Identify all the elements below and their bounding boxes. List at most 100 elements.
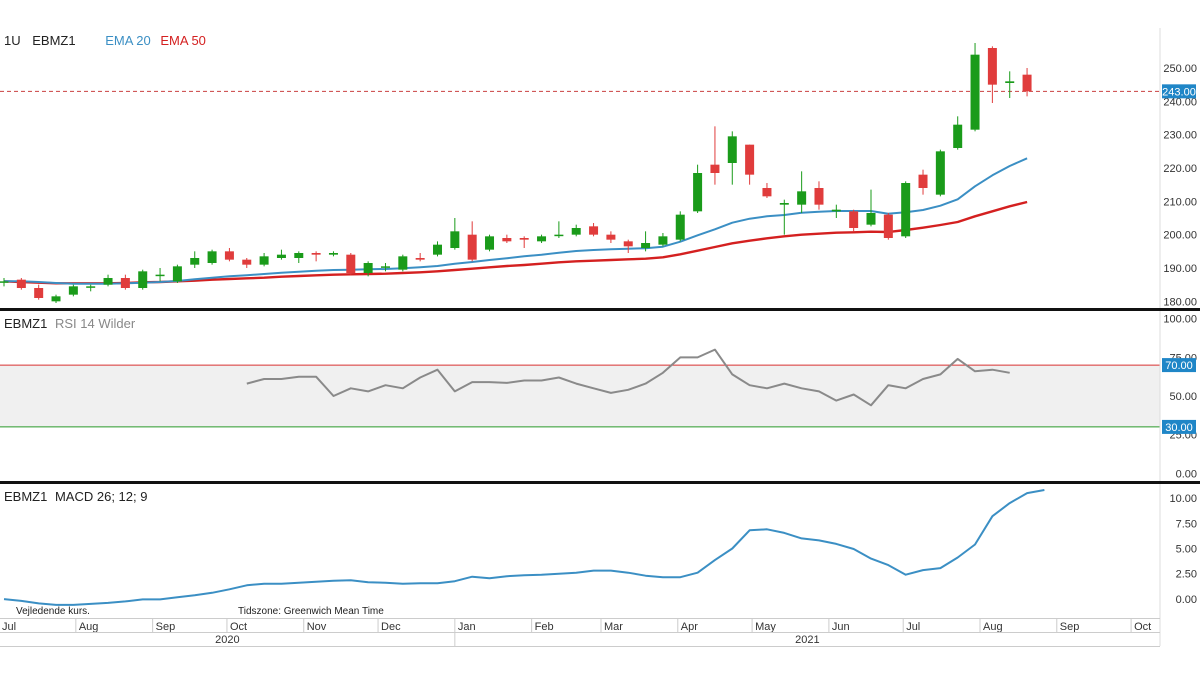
year-label: 2020 xyxy=(215,634,239,646)
candle-up[interactable] xyxy=(953,124,963,148)
month-label: Sep xyxy=(1060,621,1080,633)
candle-down[interactable] xyxy=(1022,74,1032,92)
month-label: Oct xyxy=(1134,621,1151,633)
month-label: May xyxy=(755,621,776,633)
price-pane[interactable]: 180.00190.00200.00210.00220.00230.00240.… xyxy=(0,43,1197,308)
candle-down[interactable] xyxy=(34,288,44,298)
rsi-legend: EBMZ1 RSI 14 Wilder xyxy=(4,316,143,331)
candle-up[interactable] xyxy=(935,151,945,195)
candle-down[interactable] xyxy=(224,251,234,260)
month-label: Aug xyxy=(79,621,99,633)
candle-up[interactable] xyxy=(207,251,217,263)
candle-down[interactable] xyxy=(415,258,425,260)
candle-up[interactable] xyxy=(51,296,61,302)
candle-down[interactable] xyxy=(346,254,356,273)
candle-up[interactable] xyxy=(294,253,304,258)
month-label: Mar xyxy=(604,621,623,633)
candle-up[interactable] xyxy=(831,209,841,212)
timezone-note: Tidszone: Greenwich Mean Time xyxy=(238,606,384,617)
macd-pane[interactable]: 0.00 2.50 5.00 7.50 10.00 xyxy=(3,489,1197,606)
candle-up[interactable] xyxy=(658,236,668,245)
rsi-pane[interactable]: 0.0025.0050.0075.00100.0070.0030.00 xyxy=(0,314,1197,481)
candle-down[interactable] xyxy=(606,234,616,240)
candle-up[interactable] xyxy=(727,136,737,163)
candle-up[interactable] xyxy=(103,278,113,285)
candle-up[interactable] xyxy=(276,254,286,258)
candle-down[interactable] xyxy=(987,48,997,85)
rsi-lower-badge-label: 30.00 xyxy=(1165,422,1193,434)
candle-down[interactable] xyxy=(502,238,512,242)
candle-up[interactable] xyxy=(68,286,78,295)
indicative-price-note: Vejledende kurs. xyxy=(16,606,90,617)
macd-axis-tick-label: 10.00 xyxy=(1169,493,1197,505)
candle-up[interactable] xyxy=(0,281,9,283)
candle-down[interactable] xyxy=(883,214,893,238)
candle-down[interactable] xyxy=(519,238,529,240)
stock-chart[interactable]: 180.00190.00200.00210.00220.00230.00240.… xyxy=(0,0,1200,675)
candle-up[interactable] xyxy=(190,258,200,265)
candle-up[interactable] xyxy=(779,203,789,205)
candle-up[interactable] xyxy=(693,173,703,212)
candle-down[interactable] xyxy=(242,259,252,265)
candle-down[interactable] xyxy=(745,144,755,175)
month-label: Feb xyxy=(535,621,554,633)
candle-up[interactable] xyxy=(259,256,269,265)
interval-label: 1U xyxy=(4,33,21,48)
candle-up[interactable] xyxy=(155,274,165,277)
candle-down[interactable] xyxy=(710,164,720,173)
macd-axis-tick-label: 5.00 xyxy=(1176,543,1197,555)
candle-up[interactable] xyxy=(485,236,495,250)
candle-down[interactable] xyxy=(814,188,824,205)
candle-up[interactable] xyxy=(138,271,148,288)
ema50-legend: EMA 50 xyxy=(160,33,206,48)
macd-symbol-label: EBMZ1 xyxy=(4,489,48,504)
candle-down[interactable] xyxy=(16,279,26,288)
year-label: 2021 xyxy=(795,634,819,646)
candle-up[interactable] xyxy=(641,243,651,248)
candle-down[interactable] xyxy=(918,174,928,188)
candle-up[interactable] xyxy=(172,266,182,282)
candle-up[interactable] xyxy=(433,244,442,255)
candle-up[interactable] xyxy=(363,263,373,273)
rsi-upper-badge-label: 70.00 xyxy=(1165,360,1193,372)
candle-down[interactable] xyxy=(311,253,321,255)
candle-up[interactable] xyxy=(554,234,564,237)
candle-down[interactable] xyxy=(762,188,772,197)
last-price-badge-label: 243.00 xyxy=(1162,86,1196,98)
rsi-axis-tick-label: 50.00 xyxy=(1169,391,1197,403)
price-axis-tick-label: 200.00 xyxy=(1163,230,1197,242)
rsi-axis-tick-label: 0.00 xyxy=(1176,468,1197,480)
month-label: Sep xyxy=(156,621,176,633)
macd-indicator-label: MACD 26; 12; 9 xyxy=(54,489,148,504)
price-axis-tick-label: 230.00 xyxy=(1163,130,1197,142)
symbol-label: EBMZ1 xyxy=(32,33,76,48)
month-label: Jul xyxy=(2,621,16,633)
candle-up[interactable] xyxy=(866,213,876,225)
price-axis-tick-label: 190.00 xyxy=(1163,263,1197,275)
candle-up[interactable] xyxy=(675,214,685,240)
candle-up[interactable] xyxy=(537,236,547,242)
candle-down[interactable] xyxy=(467,234,477,260)
candle-up[interactable] xyxy=(571,228,581,235)
candle-up[interactable] xyxy=(797,191,807,205)
candle-down[interactable] xyxy=(120,278,130,288)
macd-legend: EBMZ1 MACD 26; 12; 9 xyxy=(4,489,155,504)
month-label: Aug xyxy=(983,621,1003,633)
candle-down[interactable] xyxy=(623,241,633,247)
month-label: Jun xyxy=(832,621,850,633)
candle-up[interactable] xyxy=(450,231,460,248)
candle-up[interactable] xyxy=(328,253,338,255)
candle-up[interactable] xyxy=(398,256,408,270)
month-label: Apr xyxy=(681,621,698,633)
candle-up[interactable] xyxy=(380,266,390,268)
candle-up[interactable] xyxy=(86,286,96,288)
candle-up[interactable] xyxy=(1005,81,1015,83)
candle-down[interactable] xyxy=(849,211,859,228)
candle-up[interactable] xyxy=(970,54,980,130)
month-label: Nov xyxy=(307,621,327,633)
month-label: Oct xyxy=(230,621,247,633)
ema20-legend: EMA 20 xyxy=(105,33,151,48)
candle-down[interactable] xyxy=(589,226,599,235)
candle-up[interactable] xyxy=(901,183,911,237)
price-axis-tick-label: 210.00 xyxy=(1163,196,1197,208)
